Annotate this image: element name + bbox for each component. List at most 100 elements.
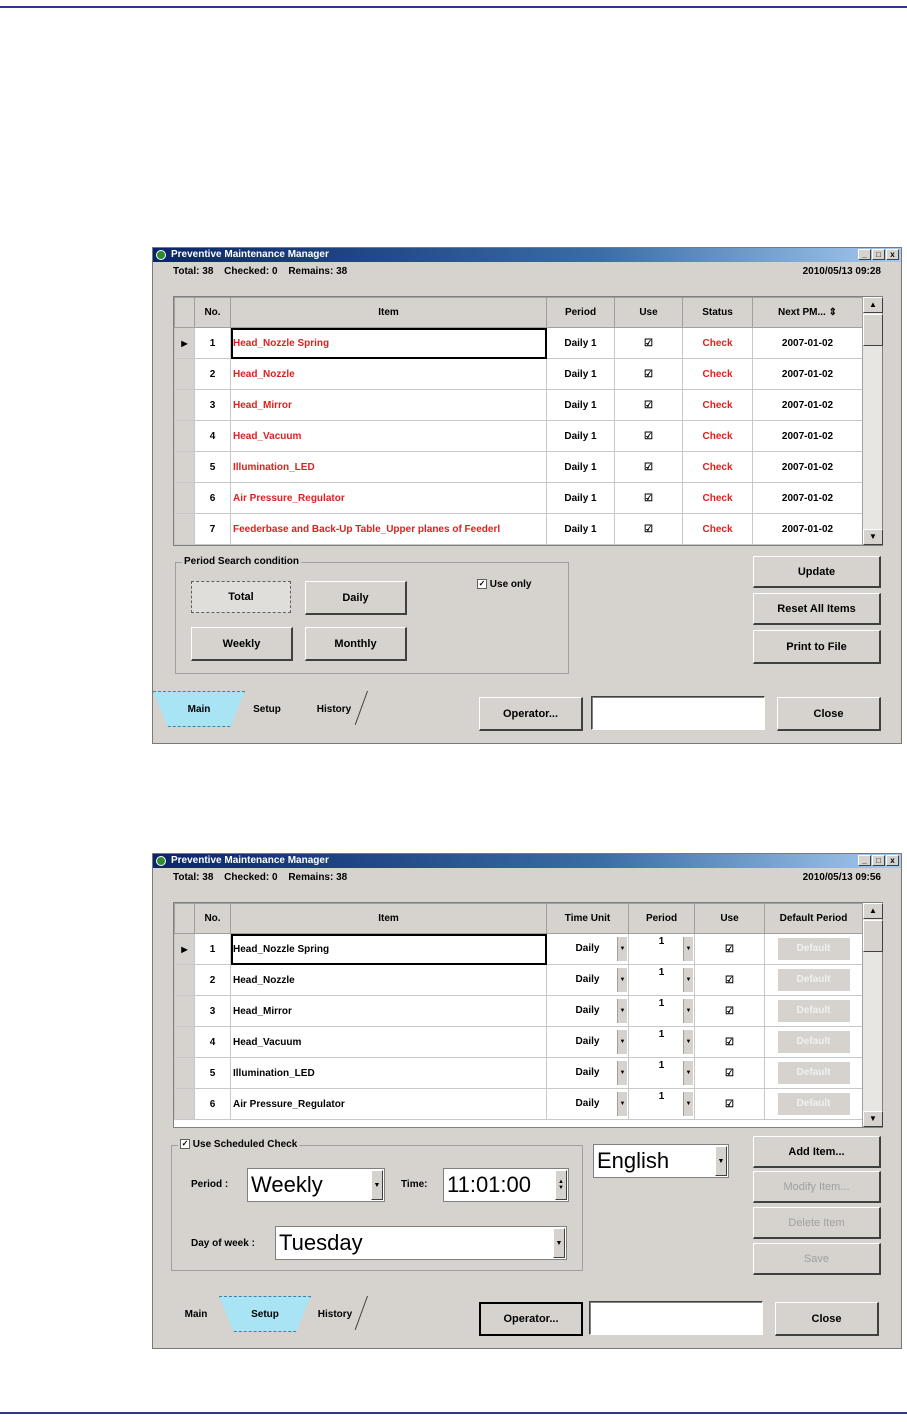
delete-item-button[interactable]: Delete Item xyxy=(753,1207,881,1239)
monthly-button[interactable]: Monthly xyxy=(305,627,407,661)
period-dropdown[interactable]: 1 ▼ xyxy=(628,1057,695,1089)
spin-updown-icon[interactable]: ▲ ▼ xyxy=(555,1170,567,1200)
reset-all-items-button[interactable]: Reset All Items xyxy=(753,593,881,625)
use-checkbox[interactable]: ☑ xyxy=(694,1026,765,1058)
col-next-pm[interactable]: Next PM... ⇕ xyxy=(752,297,863,328)
use-checkbox[interactable]: ☑ xyxy=(694,933,765,965)
scroll-up-icon[interactable]: ▲ xyxy=(863,903,883,919)
tab-setup[interactable]: Setup xyxy=(241,691,293,727)
day-of-week-select[interactable]: Tuesday ▼ xyxy=(275,1226,567,1260)
scroll-down-icon[interactable]: ▼ xyxy=(863,529,883,545)
row-selector-icon[interactable] xyxy=(174,358,195,390)
print-to-file-button[interactable]: Print to File xyxy=(753,630,881,664)
col-no[interactable]: No. xyxy=(194,903,231,934)
col-period[interactable]: Period xyxy=(546,297,615,328)
time-unit-dropdown[interactable]: Daily ▼ xyxy=(546,933,629,965)
row-selector-icon[interactable] xyxy=(174,964,195,996)
default-button[interactable]: Default xyxy=(777,1093,850,1115)
use-checkbox[interactable]: ☑ xyxy=(614,389,683,421)
period-select[interactable]: Weekly ▼ xyxy=(247,1168,385,1202)
use-checkbox[interactable]: ☑ xyxy=(694,1057,765,1089)
col-no[interactable]: No. xyxy=(194,297,231,328)
use-checkbox[interactable]: ☑ xyxy=(614,358,683,390)
time-unit-dropdown[interactable]: Daily ▼ xyxy=(546,1026,629,1058)
tab-setup[interactable]: Setup xyxy=(219,1296,311,1332)
chevron-down-icon[interactable]: ▼ xyxy=(617,937,627,961)
col-time-unit[interactable]: Time Unit xyxy=(546,903,629,934)
time-unit-dropdown[interactable]: Daily ▼ xyxy=(546,995,629,1027)
table-row[interactable]: 5 Illumination_LED Daily ▼ 1 ▼ ☑ Default xyxy=(174,1057,863,1089)
pm-items-grid[interactable]: No. Item Period Use Status Next PM... ⇕ … xyxy=(173,296,883,546)
table-row[interactable]: 1 Head_Nozzle Spring Daily 1 ☑ Check 200… xyxy=(174,327,863,359)
daily-button[interactable]: Daily xyxy=(305,581,407,615)
update-button[interactable]: Update xyxy=(753,556,881,588)
weekly-button[interactable]: Weekly xyxy=(191,627,293,661)
grid-scrollbar[interactable]: ▲ ▼ xyxy=(862,297,883,545)
period-dropdown[interactable]: 1 ▼ xyxy=(628,995,695,1027)
time-unit-dropdown[interactable]: Daily ▼ xyxy=(546,1088,629,1120)
row-selector-icon[interactable] xyxy=(174,420,195,452)
default-button[interactable]: Default xyxy=(777,969,850,991)
default-button[interactable]: Default xyxy=(777,1000,850,1022)
time-unit-dropdown[interactable]: Daily ▼ xyxy=(546,1057,629,1089)
use-checkbox[interactable]: ☑ xyxy=(694,995,765,1027)
row-selector-icon[interactable] xyxy=(174,933,195,965)
language-select[interactable]: English ▼ xyxy=(593,1144,729,1178)
row-selector-icon[interactable] xyxy=(174,1057,195,1089)
save-button[interactable]: Save xyxy=(753,1243,881,1275)
table-row[interactable]: 1 Head_Nozzle Spring Daily▼ 1▼ ☑ Default xyxy=(174,933,863,965)
table-row[interactable]: 3 Head_Mirror Daily 1 ☑ Check 2007-01-02 xyxy=(174,389,863,421)
chevron-down-icon[interactable]: ▼ xyxy=(683,1061,693,1085)
row-selector-icon[interactable] xyxy=(174,451,195,483)
period-dropdown[interactable]: 1 ▼ xyxy=(628,933,695,965)
default-button[interactable]: Default xyxy=(777,1031,850,1053)
close-icon[interactable]: x xyxy=(886,855,899,866)
col-default-period[interactable]: Default Period xyxy=(764,903,863,934)
table-row[interactable]: 6 Air Pressure_Regulator Daily 1 ☑ Check… xyxy=(174,482,863,514)
col-item[interactable]: Item xyxy=(230,903,547,934)
tab-main[interactable]: Main xyxy=(153,691,245,727)
setup-items-grid[interactable]: No. Item Time Unit Period Use Default Pe… xyxy=(173,902,883,1128)
scroll-down-icon[interactable]: ▼ xyxy=(863,1111,883,1127)
col-item[interactable]: Item xyxy=(230,297,547,328)
tab-main[interactable]: Main xyxy=(163,1296,229,1332)
chevron-down-icon[interactable]: ▼ xyxy=(617,1030,627,1054)
use-checkbox[interactable]: ☑ xyxy=(614,420,683,452)
time-unit-dropdown[interactable]: Daily ▼ xyxy=(546,964,629,996)
title-bar[interactable]: Preventive Maintenance Manager _ □ x xyxy=(153,248,901,262)
chevron-down-icon[interactable]: ▼ xyxy=(683,937,693,961)
minimize-icon[interactable]: _ xyxy=(858,249,871,260)
scroll-thumb[interactable] xyxy=(863,920,883,952)
chevron-down-icon[interactable]: ▼ xyxy=(553,1228,565,1258)
row-selector-icon[interactable] xyxy=(174,389,195,421)
chevron-down-icon[interactable]: ▼ xyxy=(617,1092,627,1116)
table-row[interactable]: 2 Head_Nozzle Daily ▼ 1 ▼ ☑ Default xyxy=(174,964,863,996)
use-checkbox[interactable]: ☑ xyxy=(614,451,683,483)
use-checkbox[interactable]: ☑ xyxy=(694,1088,765,1120)
table-row[interactable]: 3 Head_Mirror Daily ▼ 1 ▼ ☑ Default xyxy=(174,995,863,1027)
row-selector-icon[interactable] xyxy=(174,1026,195,1058)
chevron-down-icon[interactable]: ▼ xyxy=(715,1146,727,1176)
col-use[interactable]: Use xyxy=(694,903,765,934)
table-row[interactable]: 6 Air Pressure_Regulator Daily ▼ 1 ▼ ☑ Def… xyxy=(174,1088,863,1120)
table-row[interactable]: 2 Head_Nozzle Daily 1 ☑ Check 2007-01-02 xyxy=(174,358,863,390)
table-row[interactable]: 4 Head_Vacuum Daily ▼ 1 ▼ ☑ Default xyxy=(174,1026,863,1058)
col-status[interactable]: Status xyxy=(682,297,753,328)
operator-button[interactable]: Operator... xyxy=(479,1302,583,1336)
chevron-down-icon[interactable]: ▼ xyxy=(683,999,693,1023)
row-selector-icon[interactable] xyxy=(174,327,195,359)
tab-history[interactable]: History xyxy=(299,691,369,727)
total-button[interactable]: Total xyxy=(191,581,291,613)
chevron-down-icon[interactable]: ▼ xyxy=(371,1170,383,1200)
table-row[interactable]: 4 Head_Vacuum Daily 1 ☑ Check 2007-01-02 xyxy=(174,420,863,452)
maximize-icon[interactable]: □ xyxy=(872,249,885,260)
chevron-down-icon[interactable]: ▼ xyxy=(617,968,627,992)
chevron-down-icon[interactable]: ▼ xyxy=(683,1092,693,1116)
time-spinner[interactable]: 11:01:00 ▲ ▼ xyxy=(443,1168,569,1202)
scroll-up-icon[interactable]: ▲ xyxy=(863,297,883,313)
operator-button[interactable]: Operator... xyxy=(479,697,583,731)
row-selector-icon[interactable] xyxy=(174,1088,195,1120)
use-only-checkbox[interactable]: ✓ Use only xyxy=(477,579,531,590)
chevron-down-icon[interactable]: ▼ xyxy=(683,1030,693,1054)
period-dropdown[interactable]: 1 ▼ xyxy=(628,1088,695,1120)
